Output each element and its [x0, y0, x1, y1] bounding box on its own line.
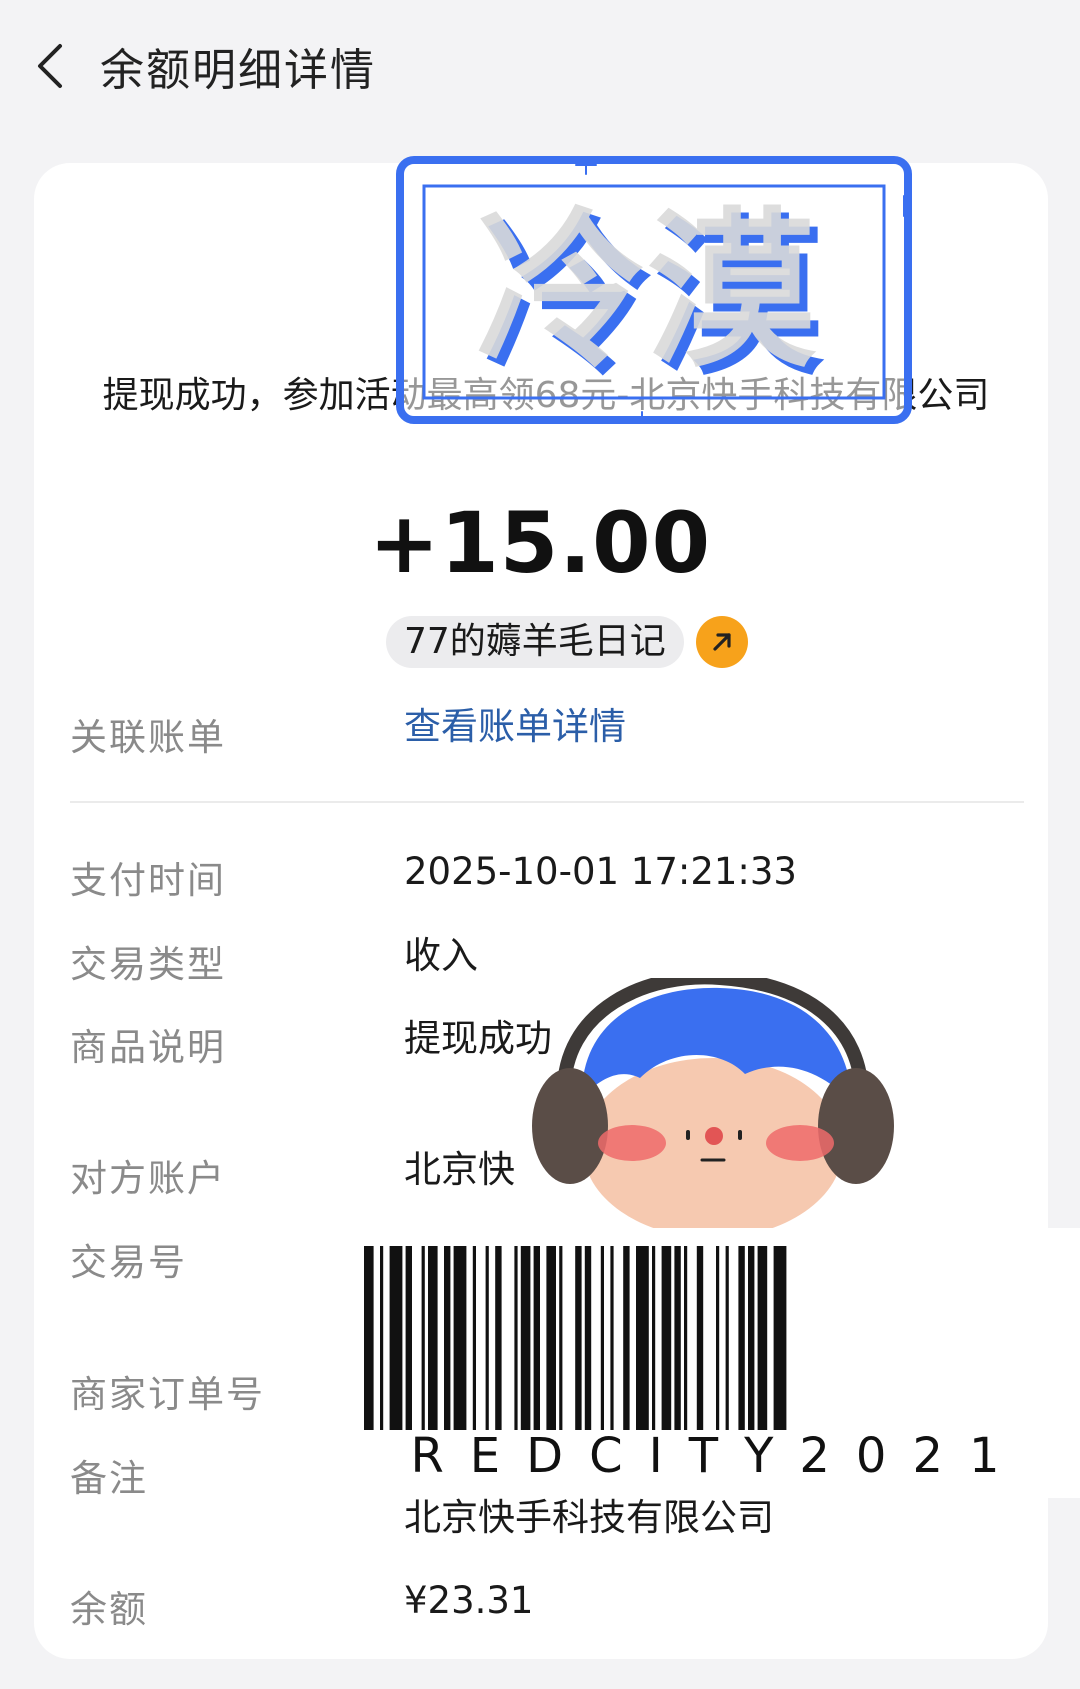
barcode-bar	[485, 1246, 489, 1430]
barcode-bar	[636, 1246, 649, 1430]
arrow-up-right-icon[interactable]	[696, 616, 748, 668]
barcode-bar	[389, 1246, 403, 1430]
barcode-bar	[623, 1246, 630, 1430]
barcode-bar	[533, 1246, 540, 1430]
related-bill-label: 关联账单	[70, 716, 226, 759]
barcode-bar	[514, 1246, 518, 1430]
barcode-bar	[421, 1246, 425, 1430]
barcode-bar	[472, 1246, 476, 1430]
pay-time-label: 支付时间	[70, 859, 226, 902]
barcode-bar	[428, 1246, 438, 1430]
trade-no-label: 交易号	[70, 1241, 187, 1284]
barcode-bar	[600, 1246, 604, 1430]
remark-value: 北京快手科技有限公司	[404, 1496, 774, 1539]
trade-type-value: 收入	[404, 934, 478, 977]
barcode-sticker: REDCITY2021	[356, 1228, 1080, 1498]
barcode-bar	[716, 1246, 720, 1430]
barcode-bar	[453, 1246, 467, 1430]
barcode-bar	[559, 1246, 563, 1430]
barcode-bar	[546, 1246, 556, 1430]
barcode-bar	[584, 1246, 592, 1430]
barcode-bar	[652, 1246, 656, 1430]
balance-label: 余额	[70, 1588, 148, 1631]
order-no-label: 商家订单号	[70, 1373, 265, 1416]
barcode-bar	[661, 1246, 672, 1430]
top-bar: 余额明细详情	[0, 0, 1080, 130]
page-title: 余额明细详情	[100, 45, 376, 96]
balance-value: ¥23.31	[404, 1579, 534, 1622]
barcode-text: REDCITY2021	[410, 1428, 1026, 1484]
barcode-bar	[684, 1246, 688, 1430]
barcode-bar	[520, 1246, 531, 1430]
stamp-text-shadow: 冷漠	[476, 193, 817, 391]
view-bill-link[interactable]: 查看账单详情	[404, 703, 626, 751]
remark-label: 备注	[70, 1457, 148, 1500]
barcode-bar	[738, 1246, 745, 1430]
source-chip[interactable]: 77的薅羊毛日记	[386, 616, 684, 668]
barcode-bar	[696, 1246, 704, 1430]
barcode-bar	[748, 1246, 755, 1430]
barcode-bar	[757, 1246, 768, 1430]
chevron-left-icon[interactable]	[30, 38, 74, 94]
divider	[70, 801, 1024, 803]
barcode-bar	[444, 1246, 451, 1430]
barcode-bar	[725, 1246, 729, 1430]
barcode-bar	[364, 1246, 374, 1430]
barcode-bar	[674, 1246, 681, 1430]
product-desc-label: 商品说明	[70, 1026, 226, 1069]
cartoon-face-sticker	[532, 978, 894, 1238]
barcode-bar	[773, 1246, 787, 1430]
pay-time-value: 2025-10-01 17:21:33	[404, 850, 797, 893]
barcode-image	[364, 1246, 787, 1430]
counterparty-value: 北京快	[404, 1148, 515, 1191]
barcode-bar	[405, 1246, 412, 1430]
barcode-bar	[575, 1246, 582, 1430]
trade-type-label: 交易类型	[70, 943, 226, 986]
stamp-sticker: 冷漠 冷漠	[396, 156, 912, 424]
barcode-bar	[495, 1246, 502, 1430]
barcode-bar	[380, 1246, 384, 1430]
transaction-amount: +15.00	[368, 494, 712, 592]
counterparty-label: 对方账户	[70, 1157, 226, 1200]
barcode-bar	[610, 1246, 614, 1430]
